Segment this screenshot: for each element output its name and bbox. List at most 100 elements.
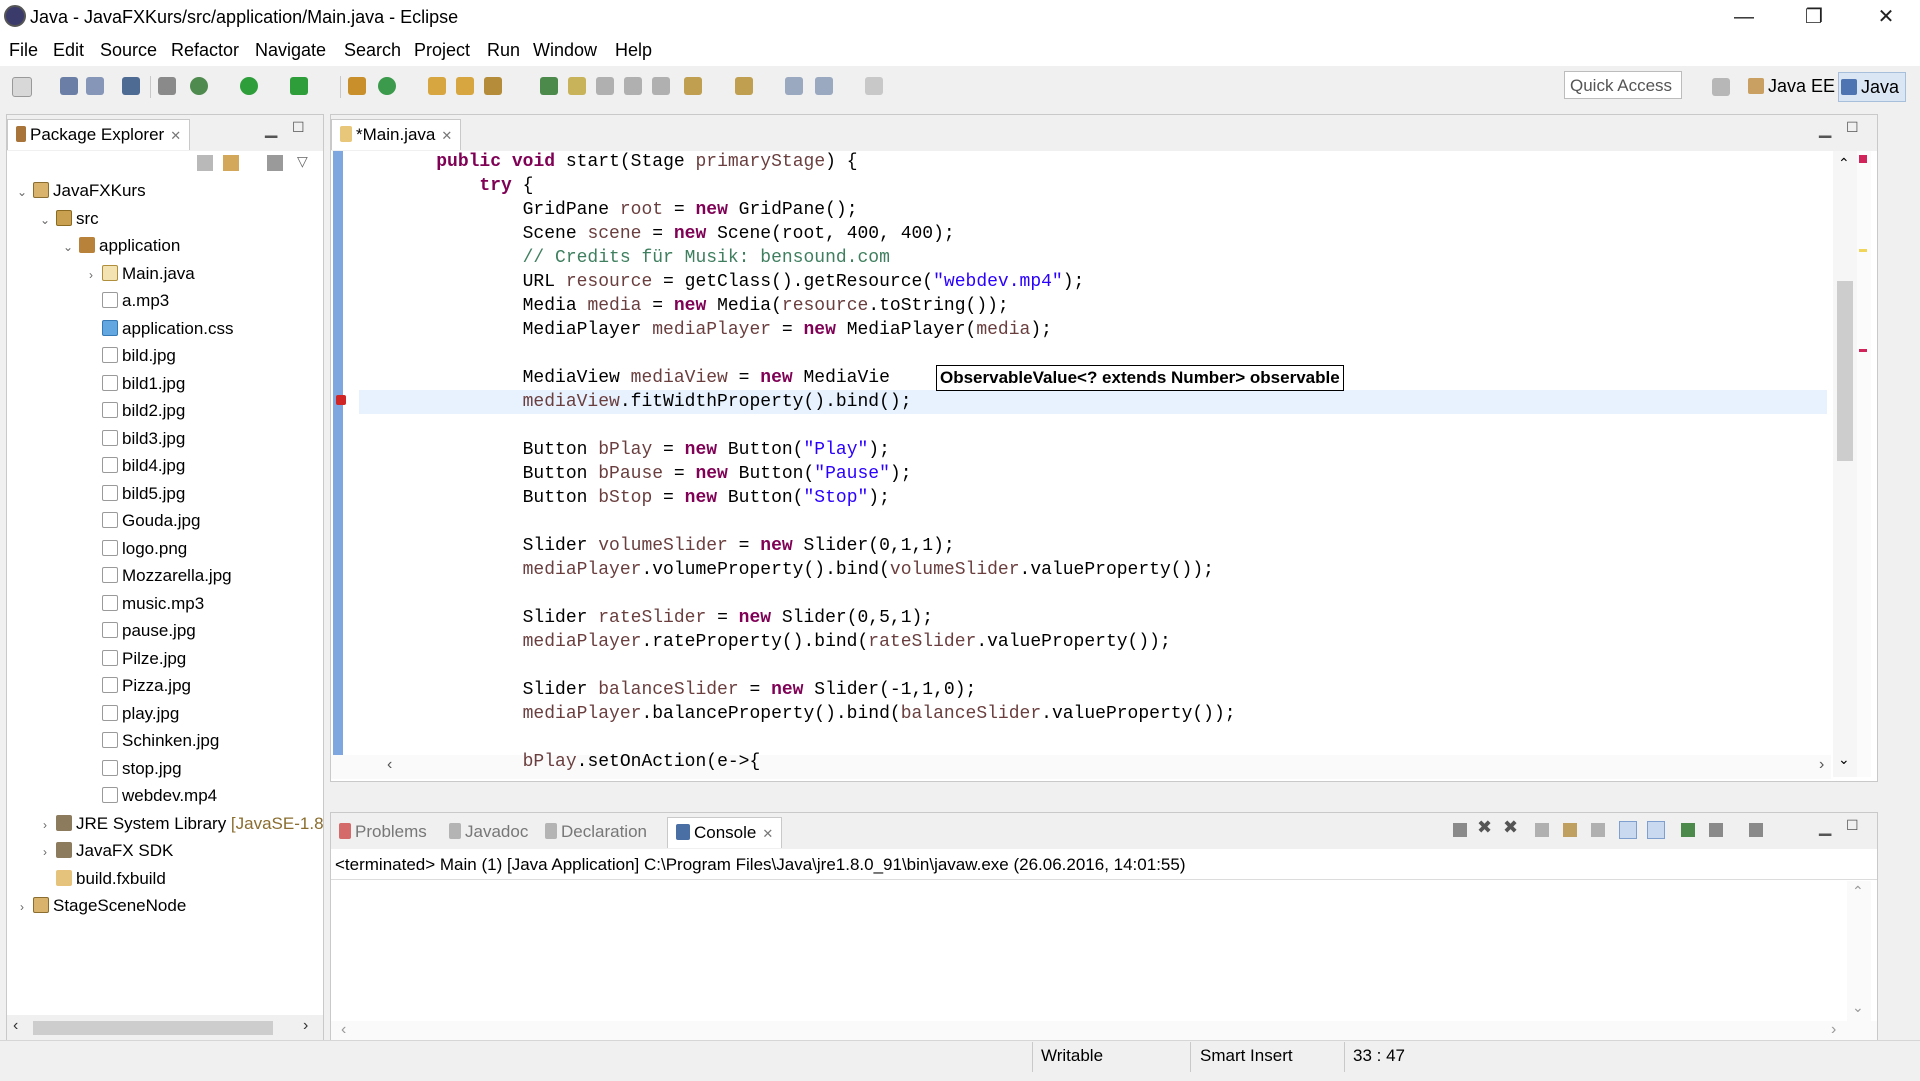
code-line[interactable]: 46 mediaPlayer.balanceProperty().bind(ba… [359,702,1827,726]
open-console-icon[interactable] [1749,823,1763,837]
tree-item[interactable]: application.css [7,315,323,343]
block-selection-icon[interactable] [596,77,614,95]
tree-item[interactable]: Pizza.jpg [7,672,323,700]
quick-access-input[interactable]: Quick Access [1564,71,1682,99]
pin-console-icon[interactable] [1681,823,1695,837]
remove-all-launches-icon[interactable]: ✖ [1503,817,1518,838]
tab-console[interactable]: Console ✕ [667,817,783,848]
error-icon[interactable] [336,395,346,405]
scroll-lock-icon[interactable] [1563,823,1577,837]
collapsed-chevron-icon[interactable]: › [84,262,98,290]
view-menu-icon[interactable]: ▽ [297,153,308,170]
code-line[interactable]: 30 MediaPlayer mediaPlayer = new MediaPl… [359,318,1827,342]
annotation-icon[interactable] [540,77,558,95]
tree-item[interactable]: bild.jpg [7,342,323,370]
code-line[interactable]: 34 [359,414,1827,438]
code-line[interactable]: 28 URL resource = getClass().getResource… [359,270,1827,294]
tree-item[interactable]: music.mp3 [7,590,323,618]
minimize-button[interactable]: — [1714,0,1774,34]
tree-item[interactable]: pause.jpg [7,617,323,645]
scroll-down-icon[interactable]: ⌄ [1838,751,1850,768]
perspective-java[interactable]: Java [1838,72,1907,102]
mark-occurrences-icon[interactable] [568,77,586,95]
close-tab-icon[interactable]: ✕ [170,128,181,143]
scroll-up-icon[interactable]: ⌃ [1852,883,1864,900]
editor-vertical-scrollbar[interactable]: ⌃ ⌄ [1833,151,1857,777]
tree-item[interactable]: ⌄ JavaFXKurs [7,177,323,205]
tab-declaration[interactable]: Declaration [537,817,655,847]
expanded-chevron-icon[interactable]: ⌄ [15,179,29,207]
tab-javadoc[interactable]: Javadoc [441,817,536,847]
tree-item[interactable]: bild4.jpg [7,452,323,480]
menu-edit[interactable]: Edit [53,40,84,61]
maximize-button[interactable]: ❐ [1784,0,1844,34]
forward-icon[interactable] [865,77,883,95]
code-line[interactable]: 23 public void start(Stage primaryStage)… [359,150,1827,174]
menu-file[interactable]: File [9,40,38,61]
code-editor[interactable]: 23 public void start(Stage primaryStage)… [359,150,1827,780]
tree-item[interactable]: › JRE System Library [JavaSE-1.8 [7,810,323,838]
code-line[interactable]: 40 mediaPlayer.volumeProperty().bind(vol… [359,558,1827,582]
tree-item[interactable]: Gouda.jpg [7,507,323,535]
maximize-view-icon[interactable]: ☐ [292,119,305,136]
code-line[interactable]: 47 [359,726,1827,750]
previous-annotation-icon[interactable] [735,77,753,95]
tab-package-explorer[interactable]: Package Explorer ✕ [7,119,191,150]
menu-window[interactable]: Window [533,40,597,61]
last-edit-location-icon[interactable] [785,77,803,95]
tree-item[interactable]: › JavaFX SDK [7,837,323,865]
code-line[interactable]: 39 Slider volumeSlider = new Slider(0,1,… [359,534,1827,558]
menu-help[interactable]: Help [615,40,652,61]
minimize-panel-icon[interactable]: ▁ [1819,817,1831,837]
close-tab-icon[interactable]: ✕ [441,128,452,143]
perspective-java-ee[interactable]: Java EE [1748,72,1835,100]
scroll-right-icon[interactable]: › [1831,1021,1836,1039]
tree-item[interactable]: bild1.jpg [7,370,323,398]
code-line[interactable]: 45 Slider balanceSlider = new Slider(-1,… [359,678,1827,702]
collapsed-chevron-icon[interactable]: › [38,812,52,840]
expanded-chevron-icon[interactable]: ⌄ [38,207,52,235]
tree-item[interactable]: logo.png [7,535,323,563]
menu-source[interactable]: Source [100,40,157,61]
menu-search[interactable]: Search [344,40,401,61]
code-line[interactable]: 41 [359,582,1827,606]
debug-icon[interactable] [190,77,208,95]
new-icon[interactable] [12,77,32,97]
tree-horizontal-scrollbar[interactable]: ‹ › [7,1015,323,1041]
code-line[interactable]: 43 mediaPlayer.rateProperty().bind(rateS… [359,630,1827,654]
tree-item[interactable]: Schinken.jpg [7,727,323,755]
tree-item[interactable]: › StageSceneNode [7,892,323,920]
menu-run[interactable]: Run [487,40,520,61]
new-package-icon[interactable] [348,77,366,95]
tree-item[interactable]: Mozzarella.jpg [7,562,323,590]
link-with-editor-icon[interactable] [223,155,239,171]
next-annotation-icon[interactable] [684,77,702,95]
tree-item[interactable]: stop.jpg [7,755,323,783]
minimize-editor-icon[interactable]: ▁ [1819,119,1831,139]
show-console-stderr-icon[interactable] [1647,821,1665,839]
tree-item[interactable]: a.mp3 [7,287,323,315]
menu-refactor[interactable]: Refactor [171,40,239,61]
console-horizontal-scrollbar[interactable]: ‹ › [331,1021,1877,1041]
scroll-up-icon[interactable]: ⌃ [1838,155,1850,172]
minimize-view-icon[interactable]: ▁ [265,119,277,139]
open-type-icon[interactable] [428,77,446,95]
tab-main-java[interactable]: *Main.java ✕ [331,119,462,150]
tree-item[interactable]: Pilze.jpg [7,645,323,673]
scrollbar-thumb[interactable] [1837,281,1853,461]
scroll-left-icon[interactable]: ‹ [341,1021,346,1039]
scroll-down-icon[interactable]: ⌄ [1852,999,1864,1016]
menu-navigate[interactable]: Navigate [255,40,326,61]
scroll-left-icon[interactable]: ‹ [13,1017,18,1035]
code-line[interactable]: 42 Slider rateSlider = new Slider(0,5,1)… [359,606,1827,630]
tree-item[interactable]: webdev.mp4 [7,782,323,810]
tree-item[interactable]: bild2.jpg [7,397,323,425]
terminate-icon[interactable] [1453,823,1467,837]
tree-item[interactable]: ⌄ application [7,232,323,260]
error-marker[interactable] [1859,155,1867,163]
code-line[interactable]: 31 [359,342,1827,366]
terminal-icon[interactable] [122,77,140,95]
scrollbar-thumb[interactable] [33,1021,273,1035]
console-vertical-scrollbar[interactable]: ⌃ ⌄ [1847,881,1871,1023]
back-icon[interactable] [815,77,833,95]
